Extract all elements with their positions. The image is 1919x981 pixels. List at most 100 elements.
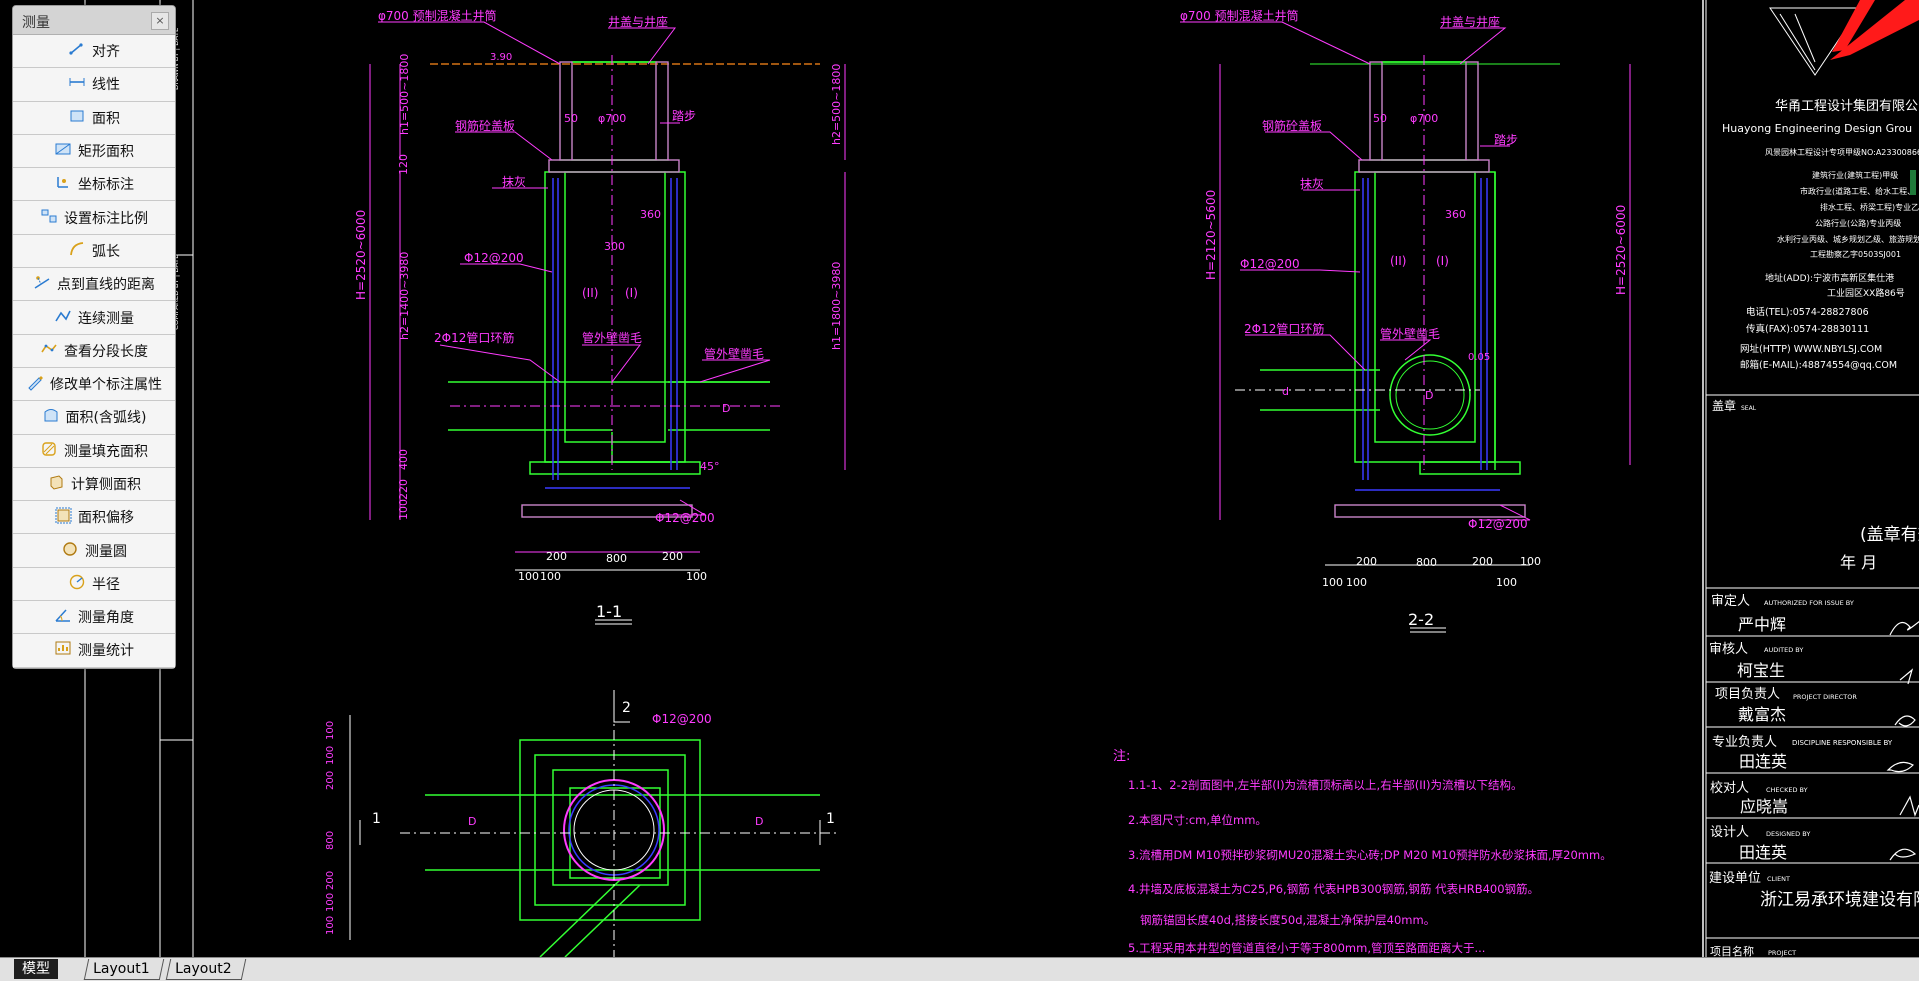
tool-label: 计算侧面积 [71, 477, 141, 493]
tool-arc-length[interactable]: 弧长 [13, 234, 175, 269]
callout-well-cover: 井盖与井座 [608, 14, 668, 29]
callout-bottom-bar-2: Φ12@200 [1468, 517, 1528, 531]
row-4-name: 田连英 [1739, 752, 1787, 771]
area-offset-icon [54, 506, 72, 528]
drawing-canvas[interactable]: DRAWN BY | DATE COMPARED BY | DATE H=252… [0, 0, 1919, 957]
callout-bar-2: Φ12@200 [1240, 257, 1300, 271]
tool-label: 对齐 [92, 44, 120, 61]
tool-area-offset[interactable]: 面积偏移 [13, 501, 175, 535]
callout-step-2: 踏步 [1494, 133, 1518, 147]
dim-360-2: 360 [1445, 208, 1466, 221]
tool-rectangle-area[interactable]: 矩形面积 [13, 134, 175, 169]
dim-360: 360 [640, 208, 661, 221]
row-2-name: 柯宝生 [1737, 661, 1785, 680]
tool-label: 查看分段长度 [64, 343, 148, 360]
tool-radius[interactable]: 半径 [13, 567, 175, 602]
row-5-cn: 校对人 [1710, 780, 1749, 796]
area-icon [68, 107, 86, 129]
dim-right-2: h1=1800~3980 [830, 262, 843, 350]
plan-side-right: 1 [826, 811, 835, 827]
linear-dimension-icon [68, 73, 86, 95]
tool-label: 修改单个标注属性 [50, 377, 162, 394]
dim-b-1: 100 [518, 570, 539, 583]
row-1-name: 严中辉 [1738, 615, 1786, 634]
row-4-cn: 专业负责人 [1712, 735, 1777, 750]
web: 网址(HTTP) WWW.NBYLSJ.COM [1740, 343, 1882, 355]
seal-date: 年 月 [1840, 553, 1877, 572]
plan-dim-5: 200 [325, 871, 336, 890]
tool-point-to-line[interactable]: 点到直线的距离 [13, 268, 175, 302]
tool-angle[interactable]: 测量角度 [13, 601, 175, 635]
tool-coordinate[interactable]: 坐标标注 [13, 168, 175, 202]
callout-plaster-2: 抹灰 [1300, 177, 1324, 191]
dim-right-1: h2=500~1800 [830, 64, 843, 145]
tool-label: 面积偏移 [78, 510, 134, 527]
tool-area[interactable]: 面积 [13, 101, 175, 135]
tool-statistics[interactable]: 测量统计 [13, 634, 175, 668]
address-1: 地址(ADD):宁波市高新区集仕港 [1765, 272, 1894, 284]
notes-head: 注: [1113, 749, 1130, 764]
tool-scale[interactable]: 设置标注比例 [13, 201, 175, 235]
tool-arc-area[interactable]: 面积(含弧线) [13, 401, 175, 435]
panel-close-button[interactable]: × [151, 12, 169, 30]
roman-ii-2: (II) [1390, 254, 1406, 268]
plan-dim-4: 800 [325, 831, 336, 850]
seal-en: SEAL [1741, 405, 1757, 412]
callout-shaft: φ700 预制混凝土井筒 [378, 8, 497, 23]
plan-bar: Φ12@200 [652, 712, 712, 726]
row-3-name: 戴富杰 [1738, 705, 1786, 724]
tab-model[interactable]: 模型 [14, 959, 58, 979]
plan-d-right: D [755, 815, 763, 828]
edit-dimension-icon [26, 373, 44, 395]
dim-b-3: 200 [546, 550, 567, 563]
qual-1: 建筑行业(建筑工程)甲级 [1812, 170, 1898, 180]
qual-2: 市政行业(道路工程、给水工程、 [1800, 186, 1915, 196]
cert-line: 风景园林工程设计专项甲级NO:A23300866 [1765, 147, 1919, 157]
callout-well-cover-2: 井盖与井座 [1440, 14, 1500, 29]
tool-circle[interactable]: 测量圆 [13, 534, 175, 568]
dim-d-2: D [1425, 389, 1433, 402]
measure-panel[interactable]: 测量 × 对齐线性 面积 矩形面积 坐标标注 设置标注比例 弧长点到直线的距离连续测量查看… [12, 5, 176, 669]
row-2-cn: 审核人 [1709, 642, 1748, 657]
tool-side-area[interactable]: 计算侧面积 [13, 467, 175, 502]
tab-layout2[interactable]: Layout2 [165, 959, 247, 980]
tool-linear-dimension[interactable]: 线性 [13, 68, 175, 102]
rectangle-area-icon [54, 140, 72, 162]
scale-icon [40, 207, 58, 229]
callout-ring-2: 2Φ12管口环筋 [1244, 321, 1324, 336]
dim-right-2-2: H=2520~6000 [1614, 205, 1628, 295]
side-area-icon [47, 473, 65, 495]
tool-label: 面积(含弧线) [65, 410, 147, 427]
callout-plaster: 抹灰 [502, 175, 526, 189]
plan-dim-7: 100 [325, 916, 336, 935]
company-name-cn: 华甬工程设计集团有限公 [1775, 98, 1918, 114]
dim-50: 50 [564, 112, 578, 125]
circle-icon [61, 540, 79, 562]
tab-layout1[interactable]: Layout1 [83, 959, 165, 980]
tool-segment-length[interactable]: 查看分段长度 [13, 334, 175, 368]
plan-view: 2 Φ12@200 1 1 D D 100 100 200 800 200 10… [325, 690, 840, 957]
dim2-b-6: 100 [1496, 576, 1517, 589]
row-6-name: 田连英 [1739, 843, 1787, 862]
tool-label: 点到直线的距离 [57, 277, 155, 294]
tool-hatch-area[interactable]: 测量填充面积 [13, 434, 175, 468]
row-6-cn: 设计人 [1710, 825, 1749, 840]
segment-length-icon [40, 340, 58, 362]
panel-header[interactable]: 测量 × [13, 6, 175, 35]
callout-step: 踏步 [672, 109, 696, 123]
row-7-name: 浙江易承环境建设有限 [1760, 890, 1919, 910]
row-1-cn: 审定人 [1711, 594, 1750, 609]
row-4-en: DISCIPLINE RESPONSIBLE BY [1792, 739, 1893, 747]
dim2-b-2: 100 [1346, 576, 1367, 589]
callout-shaft-2: φ700 预制混凝土井筒 [1180, 8, 1299, 23]
callout-bar: Φ12@200 [464, 251, 524, 265]
plan-dim-6: 100 [325, 893, 336, 912]
row-5-name: 应晓嵩 [1740, 797, 1788, 816]
tool-edit-dimension[interactable]: 修改单个标注属性 [13, 367, 175, 402]
tool-aligned-dimension[interactable]: 对齐 [13, 35, 175, 69]
note-3: 3.流槽用DM M10预拌砂浆砌MU20混凝土实心砖;DP M20 M10预拌防… [1128, 848, 1612, 862]
tool-continuous-measure[interactable]: 连续测量 [13, 301, 175, 335]
tool-label: 测量圆 [85, 543, 127, 560]
panel-title: 测量 [22, 15, 50, 31]
callout-pipe-left: 管外壁凿毛 [582, 330, 642, 345]
